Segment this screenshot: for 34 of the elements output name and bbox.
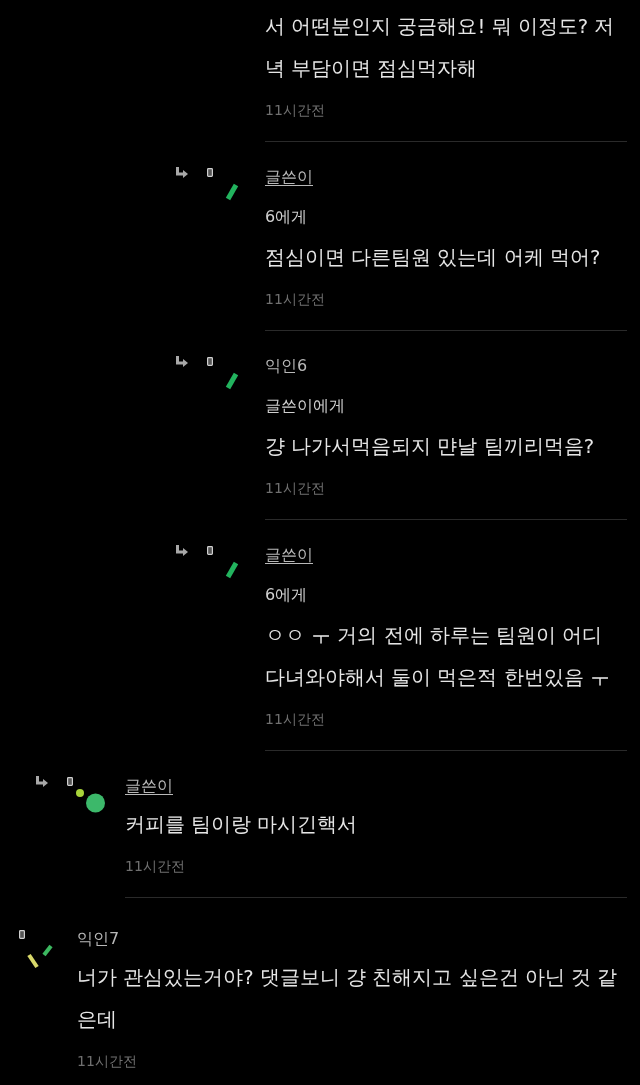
reply-arrow-icon [175, 167, 188, 179]
author-name[interactable]: 글쓴이 [265, 167, 313, 187]
avatar-icon [76, 789, 105, 813]
rectangle-icon [67, 777, 73, 786]
reply-arrow-icon [175, 356, 188, 368]
mention-text: 6에게 [265, 207, 308, 227]
comment-text: 점심이면 다른팀원 있는데 어케 먹어? [265, 245, 602, 271]
rectangle-icon [207, 546, 213, 555]
author-name[interactable]: 글쓴이 [125, 776, 173, 796]
comment-time: 11시간전 [77, 1052, 137, 1071]
avatar-icon [224, 371, 240, 391]
comment-time: 11시간전 [265, 290, 325, 309]
comment-text: 너가 관심있는거야? 댓글보니 걍 친해지고 싶은건 아닌 것 같은데 [77, 965, 619, 1033]
reply-arrow-icon [175, 545, 188, 557]
comment-time: 11시간전 [265, 710, 325, 729]
mention-text: 글쓴이에게 [265, 396, 345, 416]
comment-time: 11시간전 [125, 857, 185, 876]
comment-text: 걍 나가서먹음되지 먄날 팀끼리먹음? [265, 434, 596, 460]
author-name[interactable]: 글쓴이 [265, 545, 313, 565]
avatar-icon [224, 560, 240, 580]
reply-arrow-icon [35, 776, 48, 788]
rectangle-icon [207, 168, 213, 177]
author-name[interactable]: 익인6 [265, 356, 308, 376]
comment-text: ㅇㅇ ㅜ 거의 전에 하루는 팀원이 어디 다녀와야해서 둘이 먹은적 한번있음 ㅜ [265, 623, 611, 691]
rectangle-icon [19, 930, 25, 939]
comment-time: 11시간전 [265, 101, 325, 120]
comment-text: 커피를 팀이랑 마시긴핵서 [125, 812, 359, 838]
avatar-icon [26, 943, 54, 969]
comment-time: 11시간전 [265, 479, 325, 498]
author-name[interactable]: 익인7 [77, 929, 120, 949]
mention-text: 6에게 [265, 585, 308, 605]
comment-text: 서 어떤분인지 궁금해요! 뭐 이정도? 저녁 부담이면 점심먹자해 [265, 14, 616, 82]
avatar-icon [224, 182, 240, 202]
rectangle-icon [207, 357, 213, 366]
